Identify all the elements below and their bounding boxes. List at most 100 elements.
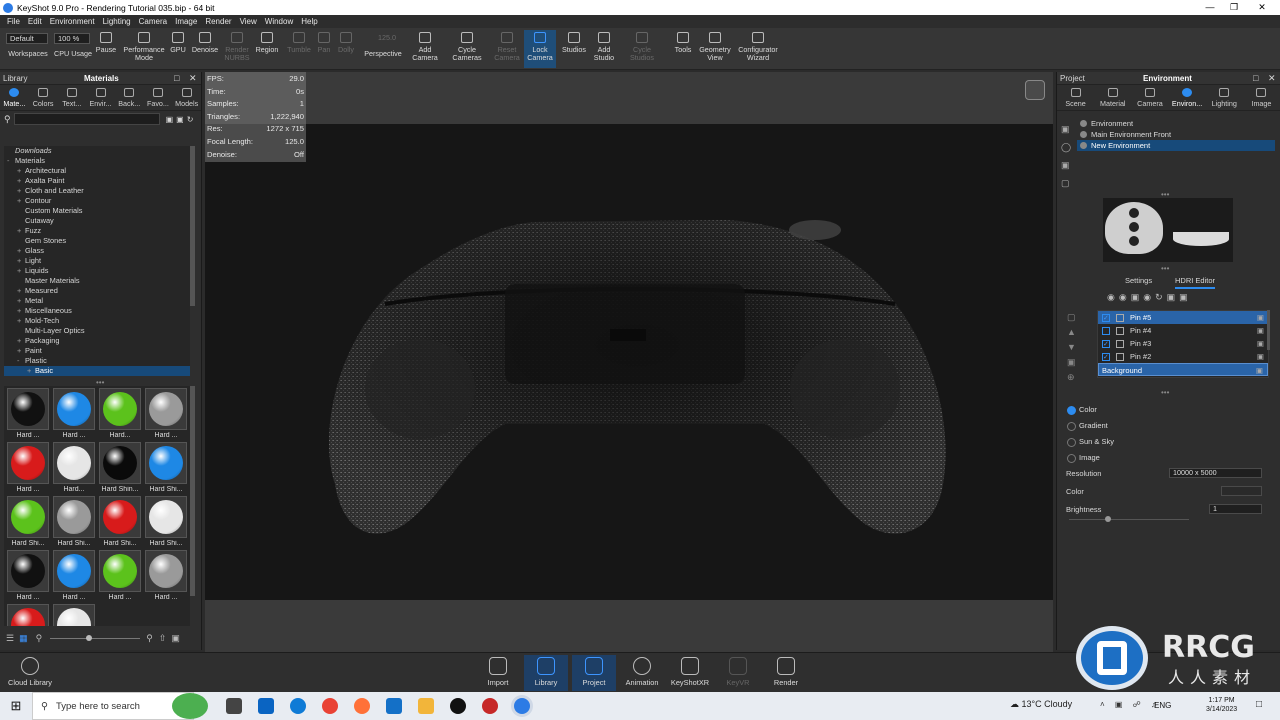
brightness-slider[interactable] [1069, 516, 1189, 522]
close-window-button[interactable]: ✕ [1248, 0, 1276, 15]
splitter-handle[interactable]: ••• [1161, 388, 1169, 397]
tab-scene[interactable]: Scene [1057, 85, 1094, 110]
clock[interactable]: 1:17 PM 3/14/2023 [1206, 696, 1237, 714]
weather-widget[interactable]: ☁ 13°C Cloudy [1010, 699, 1072, 710]
image-pin-icon[interactable]: ▣ [1179, 292, 1192, 302]
tab-colors[interactable]: Colors [29, 85, 58, 110]
subtab-hdri-editor[interactable]: HDRI Editor [1175, 276, 1216, 289]
tree-item[interactable]: - Plastic [4, 356, 190, 366]
environment-add-icon[interactable]: ◯ [1061, 138, 1073, 156]
notification-icon[interactable]: □ [1256, 699, 1262, 710]
undock-icon[interactable]: □ [174, 73, 179, 83]
reset-camera-button[interactable]: Reset Camera [490, 30, 524, 68]
hdri-preview[interactable] [1103, 198, 1233, 262]
pin-enable-checkbox[interactable]: ✓ [1102, 353, 1110, 361]
menu-camera[interactable]: Camera [139, 17, 167, 26]
target-icon[interactable]: ⊕ [1067, 370, 1079, 385]
tree-item[interactable]: - Materials [4, 156, 190, 166]
tree-item[interactable]: + Architectural [4, 166, 190, 176]
project-button[interactable]: Project [572, 655, 616, 691]
material-thumbnail[interactable]: Hard ... [6, 550, 50, 604]
material-thumbnail[interactable] [6, 604, 50, 626]
move-down-icon[interactable]: ▼ [1067, 340, 1079, 355]
lock-icon[interactable]: ▣ [1257, 311, 1264, 324]
material-thumbnail[interactable]: Hard Shi... [52, 496, 96, 550]
add-pin-icon[interactable]: ◉ [1107, 292, 1119, 302]
material-thumbnail[interactable]: Hard ... [6, 388, 50, 442]
performance-mode-button[interactable]: Performance Mode [120, 30, 168, 68]
edge-icon[interactable] [290, 698, 306, 714]
environment-item[interactable]: New Environment [1077, 140, 1275, 151]
viewport-menu-icon[interactable] [1025, 80, 1045, 100]
lock-icon[interactable]: ▣ [1256, 364, 1263, 377]
tree-expander-icon[interactable]: + [17, 316, 25, 326]
lock-icon[interactable]: ▣ [1257, 324, 1264, 337]
splitter-handle[interactable]: ••• [1161, 264, 1169, 273]
tree-item[interactable]: + Axalta Paint [4, 176, 190, 186]
move-up-icon[interactable]: ▲ [1067, 325, 1079, 340]
tree-expander-icon[interactable]: + [17, 346, 25, 356]
keyvr-button[interactable]: KeyVR [716, 655, 760, 691]
app-icon[interactable] [450, 698, 466, 714]
material-thumbnail[interactable]: Hard ... [6, 442, 50, 496]
bg-option-color[interactable]: Color [1067, 405, 1097, 415]
folder-add-icon[interactable]: ▣ [176, 115, 184, 124]
add-light-icon[interactable]: ◉ [1143, 292, 1155, 302]
cpu-usage-select[interactable]: 100 % [54, 33, 90, 44]
material-thumbnail[interactable]: Hard ... [144, 550, 188, 604]
lock-icon[interactable]: ▣ [1257, 337, 1264, 350]
pin-list-scrollbar[interactable] [1267, 310, 1270, 350]
material-thumbnail[interactable]: Hard ... [144, 388, 188, 442]
tree-expander-icon[interactable]: + [17, 186, 25, 196]
trash-icon[interactable]: ▢ [1067, 310, 1079, 325]
studios-button[interactable]: Studios [560, 30, 588, 68]
pin-row[interactable]: ✓ Pin #5 ▣ [1098, 311, 1268, 324]
link-icon[interactable]: ▣ [1167, 292, 1180, 302]
workspaces-button[interactable]: Workspaces [5, 50, 51, 66]
tree-expander-icon[interactable]: + [17, 286, 25, 296]
subtab-settings[interactable]: Settings [1125, 276, 1152, 285]
region-button[interactable]: Region [253, 30, 281, 68]
tree-expander-icon[interactable]: + [17, 166, 25, 176]
bg-option-image[interactable]: Image [1067, 453, 1100, 463]
pin-solo-checkbox[interactable] [1116, 314, 1124, 322]
perspective-button[interactable]: Perspective [361, 50, 405, 66]
color-swatch[interactable] [1221, 486, 1262, 496]
tab-environment[interactable]: Environ... [1169, 85, 1206, 110]
tree-item[interactable]: + Fuzz [4, 226, 190, 236]
menu-help[interactable]: Help [301, 17, 317, 26]
tree-item[interactable]: + Liquids [4, 266, 190, 276]
close-panel-icon[interactable]: ✕ [189, 73, 197, 84]
tab-environments[interactable]: Envir... [86, 85, 115, 110]
close-panel-icon[interactable]: ✕ [1268, 73, 1276, 84]
lock-icon[interactable]: ▣ [1257, 350, 1264, 363]
menu-file[interactable]: File [7, 17, 20, 26]
add-camera-button[interactable]: Add Camera [408, 30, 442, 68]
pin-enable-checkbox[interactable]: ✓ [1102, 314, 1110, 322]
tree-expander-icon[interactable]: + [17, 226, 25, 236]
task-view-icon[interactable] [226, 698, 242, 714]
dolly-button[interactable]: Dolly [335, 30, 357, 68]
tree-expander-icon[interactable]: + [27, 366, 35, 376]
tree-item[interactable]: + Basic [4, 366, 190, 376]
tab-material[interactable]: Material [1094, 85, 1131, 110]
tree-expander-icon[interactable]: + [17, 296, 25, 306]
tree-item[interactable]: + Mold-Tech [4, 316, 190, 326]
material-thumbnail[interactable] [52, 604, 96, 626]
library-button[interactable]: Library [524, 655, 568, 691]
tree-item[interactable]: Gem Stones [4, 236, 190, 246]
material-thumbnail[interactable]: Hard ... [98, 550, 142, 604]
cycle-studios-button[interactable]: Cycle Studios [624, 30, 660, 68]
workspace-select[interactable]: Default [6, 33, 48, 44]
cycle-cameras-button[interactable]: Cycle Cameras [446, 30, 488, 68]
tree-expander-icon[interactable]: + [17, 266, 25, 276]
tree-item[interactable]: + Miscellaneous [4, 306, 190, 316]
thumbs-scrollbar[interactable] [190, 386, 195, 596]
library-search-input[interactable] [13, 113, 160, 125]
add-studio-button[interactable]: Add Studio [590, 30, 618, 68]
tab-models[interactable]: Models [172, 85, 201, 110]
tab-favorites[interactable]: Favo... [144, 85, 173, 110]
pin-row[interactable]: ✓ Pin #3 ▣ [1098, 337, 1268, 350]
maximize-button[interactable]: ❐ [1220, 0, 1248, 15]
environment-duplicate-icon[interactable]: ▣ [1061, 120, 1073, 138]
